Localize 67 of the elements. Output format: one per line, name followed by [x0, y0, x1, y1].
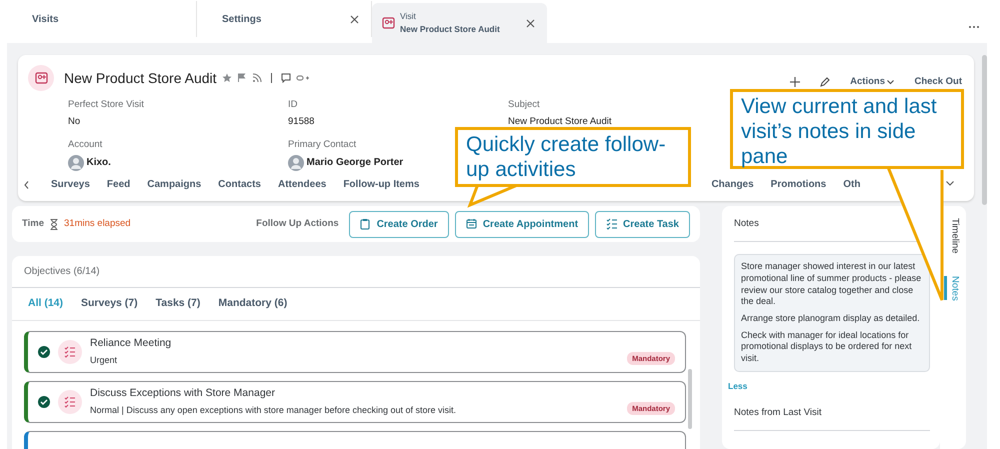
- avatar-icon: [288, 154, 304, 171]
- field-label: Subject: [508, 98, 541, 112]
- page-title: New Product Store Audit: [64, 68, 217, 88]
- task-icon: [58, 340, 82, 364]
- link-icon[interactable]: [296, 74, 310, 82]
- field-label: Perfect Store Visit: [68, 98, 145, 112]
- action-button[interactable]: Check Out: [914, 74, 962, 90]
- field-value: 91588: [288, 114, 314, 129]
- check-circle-icon: [38, 396, 50, 408]
- chevron-down-icon: [887, 80, 894, 84]
- section-tab[interactable]: Surveys: [51, 177, 90, 192]
- star-icon[interactable]: [222, 73, 232, 83]
- objective-subtitle: Urgent: [90, 354, 118, 368]
- section-tab[interactable]: Oth: [843, 177, 860, 192]
- time-label: Time: [22, 216, 44, 231]
- filter-tab[interactable]: Tasks (7): [156, 296, 200, 314]
- field-value: No: [68, 114, 80, 129]
- elapsed-time: 31mins elapsed: [64, 216, 131, 231]
- app-tab[interactable]: Visits: [7, 1, 197, 37]
- field-value: Mario George Porter: [306, 156, 404, 170]
- action-button[interactable]: Actions: [850, 74, 894, 90]
- add-icon[interactable]: [790, 77, 800, 87]
- section-tab[interactable]: Campaigns: [147, 177, 202, 192]
- follow-up-button[interactable]: Create Appointment: [454, 210, 590, 238]
- follow-up-button[interactable]: Create Task: [595, 210, 690, 238]
- section-tab[interactable]: Attendees: [278, 177, 326, 192]
- checklist-icon: [606, 218, 618, 230]
- objective-title: Reliance Meeting: [90, 336, 172, 351]
- close-icon[interactable]: [526, 18, 535, 28]
- close-icon[interactable]: [350, 14, 359, 24]
- hourglass-icon: [50, 218, 58, 230]
- section-tab[interactable]: Follow-up Items: [343, 177, 420, 192]
- follow-up-label: Follow Up Actions: [256, 216, 339, 231]
- tab-label: New Product Store Audit: [400, 23, 500, 36]
- section-tab[interactable]: Feed: [106, 177, 130, 192]
- objective-title: Discuss Exceptions with Store Manager: [90, 386, 276, 401]
- follow-up-button[interactable]: Create Order: [348, 210, 449, 238]
- section-tab[interactable]: Changes: [711, 177, 754, 192]
- flag-icon[interactable]: [236, 73, 247, 83]
- check-circle-icon: [38, 346, 50, 358]
- field-value: New Product Store Audit: [508, 114, 612, 129]
- visit-icon: [382, 16, 395, 30]
- rss-icon[interactable]: [252, 73, 262, 83]
- notes-title: Notes from Last Visit: [734, 394, 930, 431]
- clipboard-icon: [360, 218, 371, 230]
- section-title: Objectives (6/14): [12, 256, 700, 288]
- edit-icon[interactable]: [820, 77, 830, 87]
- field-label: Account: [68, 138, 104, 152]
- objective-subtitle: Normal | Discuss any open exceptions with store manager before checking out of store visit.: [90, 404, 458, 418]
- visit-icon: [28, 65, 54, 91]
- task-icon: [58, 390, 82, 414]
- more-icon[interactable]: [968, 25, 980, 29]
- side-tab[interactable]: Timeline: [944, 218, 962, 254]
- app-tab[interactable]: Visit New Product Store Audit: [372, 3, 547, 43]
- filter-tab[interactable]: Surveys (7): [81, 296, 138, 314]
- filter-tab[interactable]: Mandatory (6): [218, 296, 288, 314]
- section-tab[interactable]: Contacts: [218, 177, 261, 192]
- field-label: ID: [288, 98, 298, 112]
- field-value: Kixo.: [86, 156, 111, 170]
- avatar-icon: [68, 154, 84, 171]
- notes-text: Store manager showed interest in our latest promotional line of summer products - please review our store catalog together and close the deal. Arrange store planogram display as detailed. Check with manager for ideal locations for promotional displays to be ordered for next visit.: [734, 254, 930, 372]
- comment-icon[interactable]: [280, 73, 291, 83]
- calendar-icon: [466, 218, 477, 230]
- section-tab[interactable]: Promotions: [770, 177, 826, 192]
- chevron-down-icon[interactable]: [946, 180, 954, 186]
- chevron-left-icon[interactable]: [24, 180, 29, 188]
- tab-caption: Visit: [400, 10, 417, 23]
